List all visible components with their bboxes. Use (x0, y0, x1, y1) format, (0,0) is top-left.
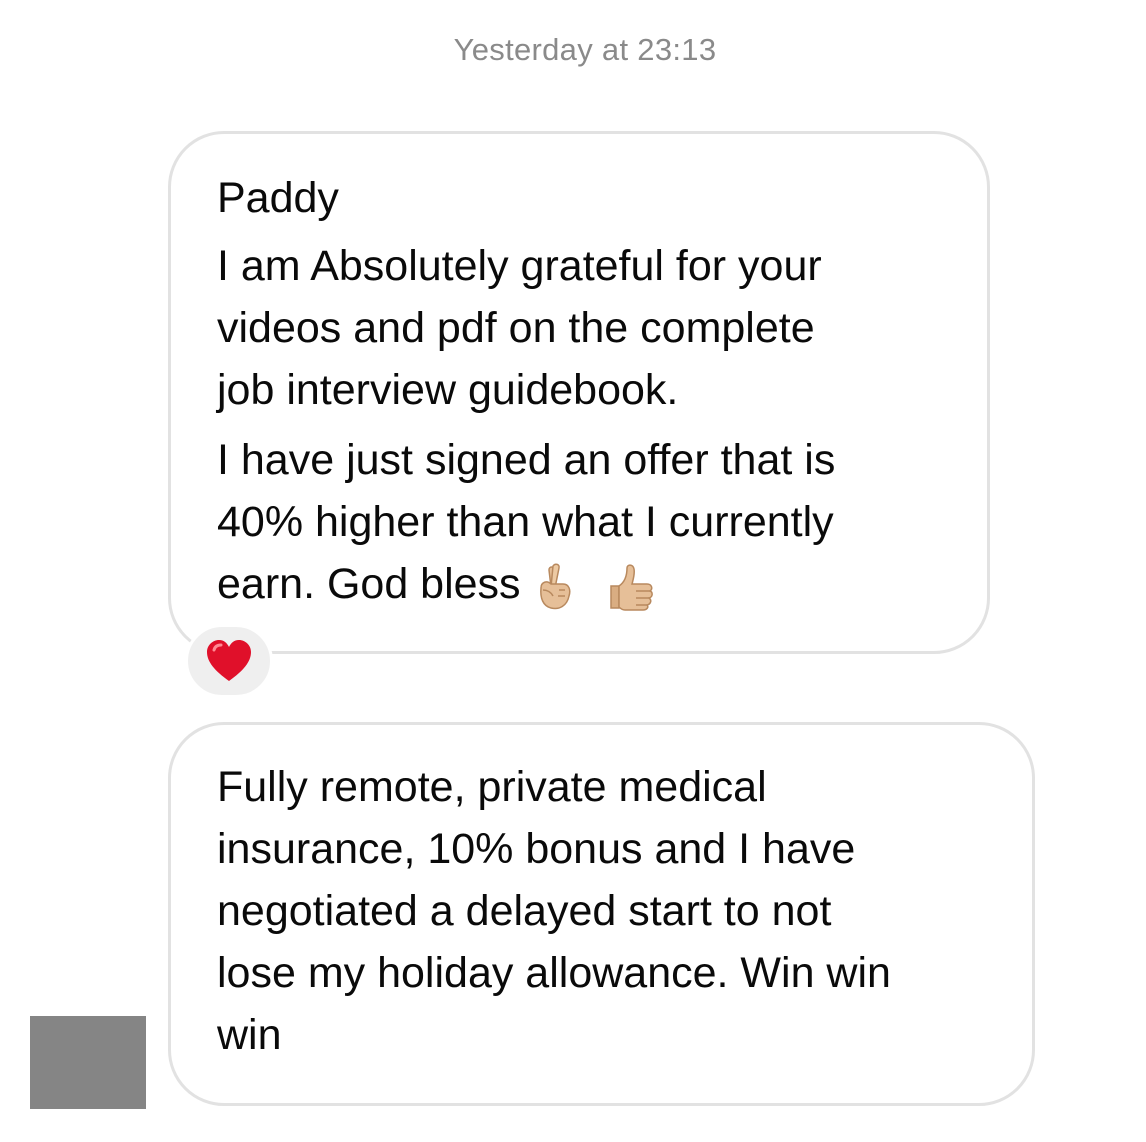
message-line-with-emoji: earn. God bless (217, 553, 987, 615)
message-line: win (217, 1011, 282, 1059)
message-paragraph: I am Absolutely grateful for your videos… (217, 235, 987, 421)
message-bubble-1[interactable]: Paddy I am Absolutely grateful for your … (168, 131, 990, 654)
heart-icon (207, 640, 251, 681)
message-line: I am Absolutely grateful for your (217, 242, 822, 290)
crossed-fingers-icon (539, 563, 571, 609)
message-bubble-2[interactable]: Fully remote, private medical insurance,… (168, 722, 1035, 1106)
message-paragraph: Fully remote, private medical insurance,… (217, 756, 1032, 1066)
heart-reaction[interactable] (185, 624, 273, 698)
message-line: videos and pdf on the complete (217, 304, 815, 352)
emoji-group (529, 560, 657, 614)
message-line: 40% higher than what I currently (217, 498, 834, 546)
message-line: negotiated a delayed start to not (217, 887, 832, 935)
message-line: I have just signed an offer that is (217, 436, 836, 484)
message-line: job interview guidebook. (217, 366, 679, 414)
message-line: earn. God bless (217, 560, 521, 608)
message-paragraph: I have just signed an offer that is 40% … (217, 429, 987, 615)
message-line: Fully remote, private medical (217, 763, 767, 811)
message-timestamp: Yesterday at 23:13 (453, 32, 717, 67)
message-sender-name: Paddy (217, 174, 339, 222)
message-line: insurance, 10% bonus and I have (217, 825, 856, 873)
message-line: lose my holiday allowance. Win win (217, 949, 891, 997)
avatar[interactable] (30, 1016, 146, 1109)
thumbs-up-icon (609, 564, 653, 611)
